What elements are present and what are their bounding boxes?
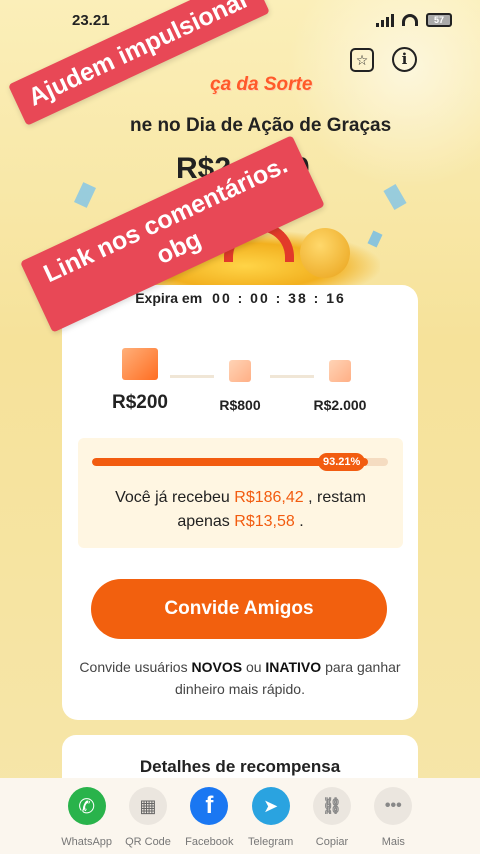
invite-note-or: ou	[245, 659, 262, 675]
progress-text-end: .	[299, 513, 304, 530]
qr-code-icon: ▦	[128, 787, 167, 825]
battery-icon: 57	[426, 13, 452, 27]
favorite-star-icon[interactable]: ☆	[350, 48, 374, 72]
promo-title: ne no Dia de Ação de Graças	[130, 115, 392, 136]
invite-note-prefix: Convide usuários	[79, 659, 188, 675]
share-whatsapp[interactable]: ✆ WhatsApp	[56, 778, 117, 854]
clock: 23.21	[72, 11, 110, 29]
progress-text-apenas: apenas	[177, 513, 230, 530]
share-label: Facebook	[185, 836, 234, 848]
expiry-timer: 00 : 00 : 38 : 16	[212, 290, 346, 306]
tier-1: R$200	[105, 348, 175, 414]
gift-box-icon	[329, 360, 351, 382]
tier-1-label: R$200	[112, 392, 168, 413]
facebook-icon: f	[190, 787, 229, 825]
received-amount: R$186,42	[234, 489, 304, 506]
expiry-countdown: Expira em 00 : 00 : 38 : 16	[128, 285, 353, 311]
whatsapp-icon: ✆	[67, 787, 106, 825]
invite-note-new: NOVOS	[191, 659, 243, 675]
share-label: Mais	[381, 836, 405, 848]
more-icon: •••	[374, 787, 413, 825]
invite-note-suffix: para ganhar	[325, 659, 401, 675]
share-label: WhatsApp	[61, 836, 113, 848]
invite-note: Convide usuários NOVOS ou INATIVO para g…	[75, 656, 405, 700]
wifi-icon	[402, 14, 418, 26]
tier-connector	[170, 375, 214, 378]
reward-details-title: Detalhes de recompensa	[139, 757, 341, 776]
progress-text-prefix: Você já recebeu	[115, 489, 230, 506]
progress-panel: 93.21% Você já recebeu R$186,42 , restam…	[78, 438, 403, 548]
expiry-label: Expira em	[135, 290, 203, 306]
tier-2: R$800	[210, 360, 270, 413]
invite-note-inactive: INATIVO	[265, 659, 322, 675]
share-facebook[interactable]: f Facebook	[179, 778, 240, 854]
share-label: QR Code	[125, 836, 171, 848]
progress-text-mid: , restam	[308, 489, 366, 506]
remaining-amount: R$13,58	[234, 513, 295, 530]
signal-icon	[376, 13, 394, 27]
gift-box-icon	[229, 360, 251, 382]
info-icon[interactable]: i	[392, 47, 417, 72]
mascot-decoration	[300, 228, 350, 278]
share-bar: ✆ WhatsApp ▦ QR Code f Facebook ➤ Telegr…	[0, 778, 480, 854]
tier-3: R$2.000	[305, 360, 375, 413]
progress-message: Você já recebeu R$186,42 , restam apenas…	[78, 486, 403, 534]
tier-2-label: R$800	[219, 397, 261, 413]
invite-friends-button[interactable]: Convide Amigos	[91, 579, 387, 639]
telegram-icon: ➤	[251, 787, 290, 825]
share-label: Telegram	[248, 836, 294, 848]
gift-box-icon	[122, 348, 158, 380]
share-label: Copiar	[315, 836, 349, 848]
share-telegram[interactable]: ➤ Telegram	[240, 778, 301, 854]
share-copy-link[interactable]: ⛓ Copiar	[301, 778, 362, 854]
share-qr-code[interactable]: ▦ QR Code	[117, 778, 178, 854]
invite-note-line2: dinheiro mais rápido.	[175, 681, 305, 697]
promo-logo: ça da Sorte	[210, 74, 313, 95]
share-more[interactable]: ••• Mais	[363, 778, 424, 854]
tier-3-label: R$2.000	[313, 397, 367, 413]
status-icons: 57	[376, 13, 452, 27]
progress-percent-badge: 93.21%	[318, 453, 366, 471]
copy-link-icon: ⛓	[312, 787, 351, 825]
